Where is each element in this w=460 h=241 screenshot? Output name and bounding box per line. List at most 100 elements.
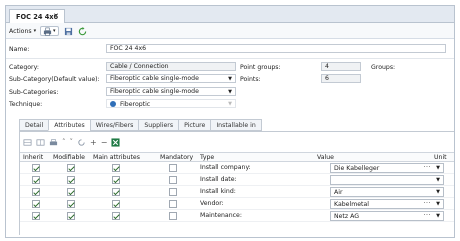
chevron-down-icon[interactable]: ▼ — [436, 201, 440, 208]
col-modifiable[interactable]: Modifiable — [53, 154, 85, 161]
ellipsis-icon[interactable]: ··· — [424, 200, 431, 207]
mandatory-checkbox[interactable] — [169, 188, 177, 196]
document-tab-title: FOC 24 4x6 — [16, 13, 59, 21]
grid-header: Inherit Modifiable Main attributes Manda… — [20, 152, 454, 162]
actions-menu-button[interactable]: Actions ▾ — [9, 26, 36, 36]
type-cell: Vendor: — [200, 200, 224, 207]
technique-label: Technique: — [9, 101, 43, 108]
modifiable-checkbox[interactable] — [67, 164, 75, 172]
inherit-checkbox[interactable] — [32, 200, 40, 208]
columns-icon[interactable] — [36, 138, 45, 147]
mandatory-checkbox[interactable] — [169, 164, 177, 172]
move-up-icon[interactable]: ˄ — [62, 138, 66, 146]
attributes-toolbar: ˄ ˅ + − — [23, 137, 120, 147]
col-inherit[interactable]: Inherit — [23, 154, 43, 161]
mandatory-checkbox[interactable] — [169, 176, 177, 184]
points-label: Points: — [240, 76, 261, 83]
subcategory-default-value: Fiberoptic cable single-mode — [110, 75, 199, 82]
info-icon — [110, 101, 116, 107]
chevron-down-icon[interactable]: ▼ — [436, 189, 440, 196]
technique-select[interactable]: Fiberoptic ▼ — [106, 99, 236, 108]
value-select[interactable]: Air ▼ — [330, 187, 444, 197]
toolbar: Actions ▾ ▾ — [6, 23, 454, 39]
close-icon[interactable]: ✕ — [53, 12, 59, 20]
move-down-icon[interactable]: ˅ — [70, 138, 74, 146]
mandatory-checkbox[interactable] — [169, 212, 177, 220]
main-attributes-checkbox[interactable] — [112, 164, 120, 172]
subcategories-select[interactable]: Fiberoptic cable single-mode ▼ — [106, 87, 236, 96]
value-select[interactable]: Die Kabelleger ··· ▼ — [330, 163, 444, 173]
col-main-attributes[interactable]: Main attributes — [93, 154, 140, 161]
attributes-panel: ˄ ˅ + − Inherit Modifiable Main attribut… — [19, 131, 454, 235]
remove-icon[interactable]: − — [101, 138, 108, 147]
table-icon[interactable] — [23, 138, 32, 147]
technique-value: Fiberoptic — [119, 101, 151, 108]
value-select[interactable]: Kabelmetal ··· ▼ — [330, 199, 444, 209]
subtab-bar: Detail Attributes Wires/Fibers Suppliers… — [19, 119, 262, 131]
category-field: Cable / Connection — [106, 62, 236, 71]
ellipsis-icon[interactable]: ··· — [424, 212, 431, 219]
main-attributes-checkbox[interactable] — [112, 188, 120, 196]
value-text: Die Kabelleger — [334, 165, 380, 172]
chevron-down-icon: ▼ — [228, 101, 232, 107]
col-unit[interactable]: Unit — [434, 154, 447, 161]
tab-detail[interactable]: Detail — [19, 119, 49, 131]
chevron-down-icon[interactable]: ▼ — [436, 213, 440, 220]
chevron-down-icon: ▾ — [53, 28, 56, 34]
tab-installable-in[interactable]: Installable in — [210, 119, 262, 131]
col-value[interactable]: Value — [317, 154, 334, 161]
inherit-checkbox[interactable] — [32, 212, 40, 220]
main-attributes-checkbox[interactable] — [112, 212, 120, 220]
tab-suppliers[interactable]: Suppliers — [138, 119, 179, 131]
subcategory-default-select[interactable]: Fiberoptic cable single-mode ▼ — [106, 74, 236, 83]
table-row[interactable]: Maintenance: Netz AG ··· ▼ — [20, 210, 454, 222]
value-text: Kabelmetal — [334, 201, 369, 208]
ellipsis-icon[interactable]: ··· — [424, 164, 431, 171]
subcategories-label: Sub-Categories: — [9, 89, 59, 96]
inherit-checkbox[interactable] — [32, 188, 40, 196]
print-icon[interactable] — [49, 138, 58, 147]
save-button[interactable] — [64, 26, 73, 36]
modifiable-checkbox[interactable] — [67, 176, 75, 184]
excel-icon[interactable] — [111, 137, 120, 147]
refresh-button[interactable] — [78, 26, 87, 36]
chevron-down-icon[interactable]: ▼ — [436, 177, 440, 184]
chevron-down-icon[interactable]: ▼ — [436, 165, 440, 172]
tab-attributes[interactable]: Attributes — [48, 119, 90, 131]
chevron-down-icon: ▼ — [228, 89, 232, 95]
tab-picture[interactable]: Picture — [178, 119, 211, 131]
grid-body: Install company: Die Kabelleger ··· ▼ Instal… — [20, 162, 454, 222]
modifiable-checkbox[interactable] — [67, 212, 75, 220]
points-field: 6 — [321, 74, 361, 83]
col-type[interactable]: Type — [200, 154, 214, 161]
save-icon — [64, 27, 73, 35]
table-row[interactable]: Install company: Die Kabelleger ··· ▼ — [20, 162, 454, 174]
print-icon — [43, 27, 52, 36]
table-row[interactable]: Install kind: Air ▼ — [20, 186, 454, 198]
modifiable-checkbox[interactable] — [67, 188, 75, 196]
value-select[interactable]: ▼ — [330, 175, 444, 185]
inherit-checkbox[interactable] — [32, 164, 40, 172]
chevron-down-icon: ▼ — [228, 76, 232, 82]
refresh-icon[interactable] — [77, 138, 86, 147]
tab-wires-fibers[interactable]: Wires/Fibers — [89, 119, 139, 131]
col-mandatory[interactable]: Mandatory — [160, 154, 193, 161]
inherit-checkbox[interactable] — [32, 176, 40, 184]
actions-label: Actions — [9, 27, 32, 35]
name-label: Name: — [9, 46, 30, 53]
document-tab[interactable]: FOC 24 4x6 ✕ — [9, 9, 65, 23]
add-icon[interactable]: + — [90, 138, 97, 147]
mandatory-checkbox[interactable] — [169, 200, 177, 208]
value-select[interactable]: Netz AG ··· ▼ — [330, 211, 444, 221]
value-text: Netz AG — [334, 213, 359, 220]
properties-form: Name: FOC 24 4x6 Category: Cable / Conne… — [6, 39, 454, 129]
table-row[interactable]: Install date: ▼ — [20, 174, 454, 186]
type-cell: Install kind: — [200, 188, 236, 195]
name-field[interactable]: FOC 24 4x6 — [106, 44, 446, 53]
modifiable-checkbox[interactable] — [67, 200, 75, 208]
print-button[interactable]: ▾ — [40, 26, 59, 36]
main-attributes-checkbox[interactable] — [112, 176, 120, 184]
type-cell: Install company: — [200, 164, 251, 171]
table-row[interactable]: Vendor: Kabelmetal ··· ▼ — [20, 198, 454, 210]
main-attributes-checkbox[interactable] — [112, 200, 120, 208]
